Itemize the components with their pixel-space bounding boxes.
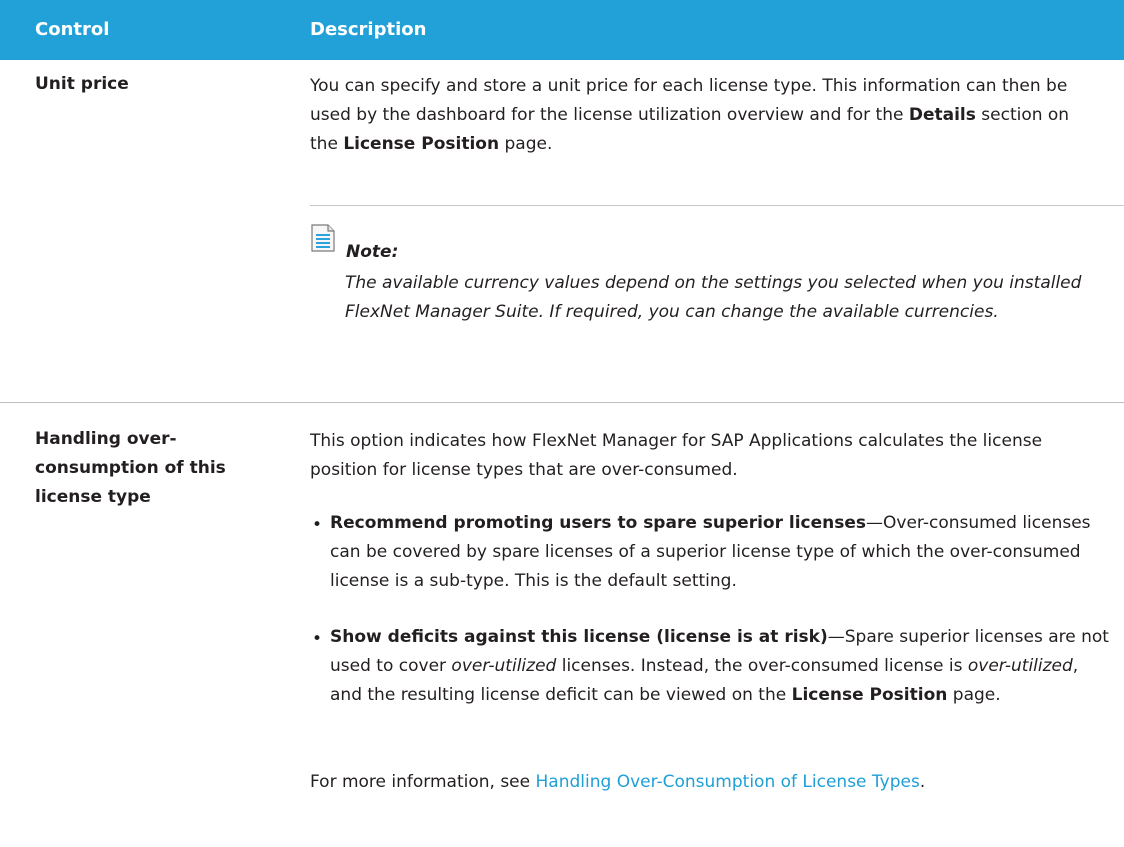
note-body: The available currency values depend on …	[345, 273, 1082, 322]
list-item-italic: over-utilized	[451, 656, 557, 676]
row-description-handling-over-consumption: This option indicates how FlexNet Manage…	[310, 431, 1043, 480]
more-info-paragraph: For more information, see Handling Over-…	[310, 768, 1100, 797]
desc-text: page.	[499, 134, 553, 154]
more-info-text: .	[919, 772, 926, 792]
note-icon	[311, 224, 335, 252]
column-header-description: Description	[310, 19, 427, 40]
desc-bold-details: Details	[908, 105, 976, 125]
row-label-handling-over-consumption: Handling over-consumption of this licens…	[35, 429, 226, 507]
column-header-control: Control	[35, 19, 110, 40]
list-item-text: licenses. Instead, the over-consumed lic…	[556, 656, 968, 676]
desc-bold-license-position: License Position	[343, 134, 500, 154]
list-item-show-deficits: Show deficits against this license (lice…	[330, 623, 1110, 710]
list-item-bold: Recommend promoting users to spare super…	[330, 513, 867, 533]
more-info-text: For more information, see	[310, 772, 536, 792]
row-divider	[0, 402, 1124, 403]
list-item-recommend-promoting: Recommend promoting users to spare super…	[330, 509, 1110, 596]
bullet-dot: •	[312, 629, 323, 649]
list-item-italic: over-utilized	[967, 656, 1073, 676]
row-description-unit-price: You can specify and store a unit price f…	[310, 72, 1100, 159]
row-label-unit-price: Unit price	[35, 74, 129, 94]
list-item-bold: License Position	[791, 685, 948, 705]
note-divider	[310, 205, 1124, 206]
more-info-link[interactable]: Handling Over-Consumption of License Typ…	[536, 772, 920, 792]
list-item-bold: Show deficits against this license (lice…	[330, 627, 828, 647]
bullet-dot: •	[312, 515, 323, 535]
list-item-text: page.	[947, 685, 1001, 705]
note-title: Note:	[346, 242, 399, 262]
table-header: Control Description	[0, 0, 1124, 60]
